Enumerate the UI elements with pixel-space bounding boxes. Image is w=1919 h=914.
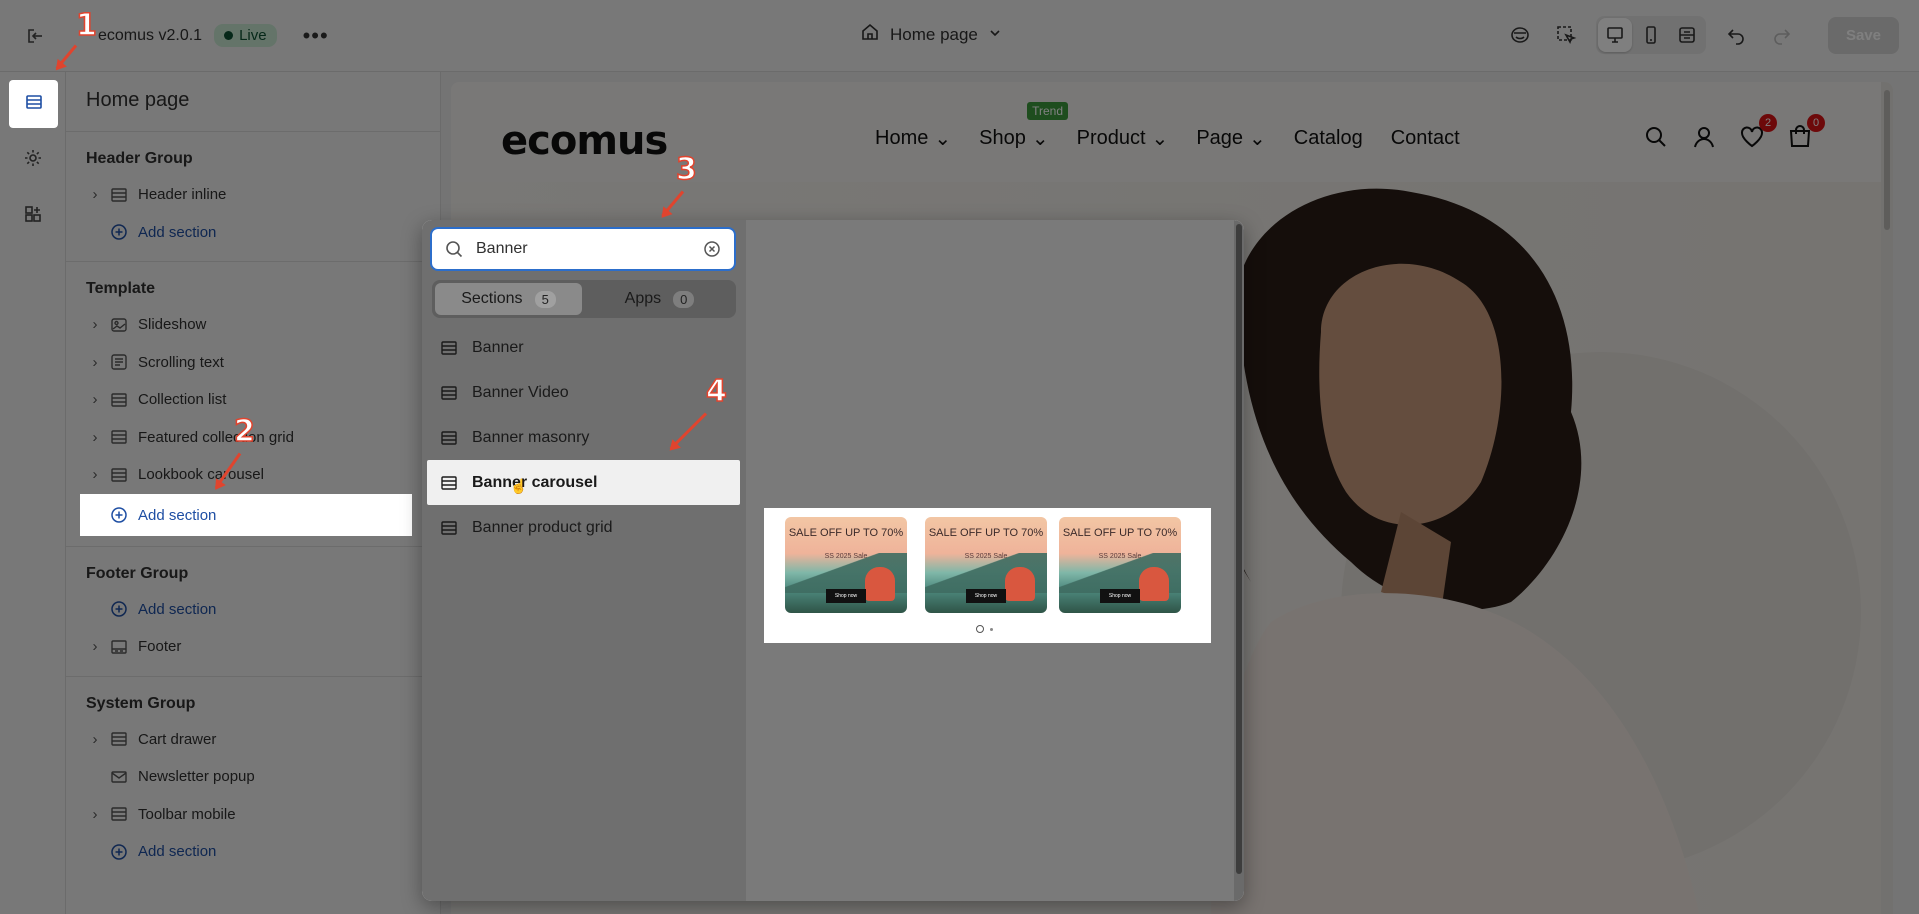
annotation-marker-4: 4 bbox=[705, 373, 727, 410]
section-picker-popup: Sections 5 Apps 0 Banner Banner Video Ba… bbox=[422, 220, 1244, 901]
sections-rail-item-highlighted[interactable] bbox=[9, 80, 58, 128]
section-icon bbox=[440, 429, 458, 447]
carousel-dot-active bbox=[976, 625, 984, 633]
add-section-label: Add section bbox=[138, 506, 217, 524]
banner-tile: SALE OFF UP TO 70% SS 2025 Sale Shop now bbox=[1059, 517, 1181, 613]
pointer-cursor-icon: ☝ bbox=[510, 478, 528, 494]
section-icon bbox=[440, 519, 458, 537]
add-section-button-highlighted[interactable]: Add section bbox=[80, 494, 412, 536]
banner-tile: SALE OFF UP TO 70% SS 2025 Sale Shop now bbox=[925, 517, 1047, 613]
sections-icon bbox=[24, 92, 44, 117]
section-icon bbox=[440, 339, 458, 357]
tab-count: 5 bbox=[534, 290, 556, 308]
section-result-item[interactable]: Banner Video bbox=[422, 370, 746, 415]
section-icon bbox=[440, 474, 458, 492]
annotation-marker-3: 3 bbox=[675, 151, 697, 188]
annotation-marker-2: 2 bbox=[233, 413, 255, 450]
carousel-dots bbox=[976, 625, 993, 633]
section-result-item[interactable]: Banner bbox=[422, 325, 746, 370]
tab-sections[interactable]: Sections 5 bbox=[435, 283, 582, 315]
picker-scrollbar[interactable] bbox=[1234, 220, 1244, 901]
section-results-list: Banner Banner Video Banner masonry Banne… bbox=[422, 325, 746, 550]
picker-list-pane: Sections 5 Apps 0 Banner Banner Video Ba… bbox=[422, 220, 746, 901]
section-search-input[interactable] bbox=[476, 240, 690, 258]
section-icon bbox=[440, 384, 458, 402]
tab-apps[interactable]: Apps 0 bbox=[586, 283, 733, 315]
annotation-marker-1: 1 bbox=[75, 7, 97, 44]
search-icon bbox=[444, 239, 464, 259]
picker-tabs: Sections 5 Apps 0 bbox=[432, 280, 736, 318]
clear-search-icon[interactable] bbox=[702, 239, 722, 259]
banner-tile: SALE OFF UP TO 70% SS 2025 Sale Shop now bbox=[785, 517, 907, 613]
banner-carousel-preview: SALE OFF UP TO 70% SS 2025 Sale Shop now… bbox=[764, 508, 1211, 643]
tab-count: 0 bbox=[673, 290, 695, 308]
plus-circle-icon bbox=[110, 506, 128, 524]
section-result-item[interactable]: Banner product grid bbox=[422, 505, 746, 550]
carousel-dot bbox=[990, 627, 993, 631]
section-result-item-hovered[interactable]: Banner carousel ☝ bbox=[427, 460, 740, 505]
section-search-field[interactable] bbox=[430, 227, 736, 271]
